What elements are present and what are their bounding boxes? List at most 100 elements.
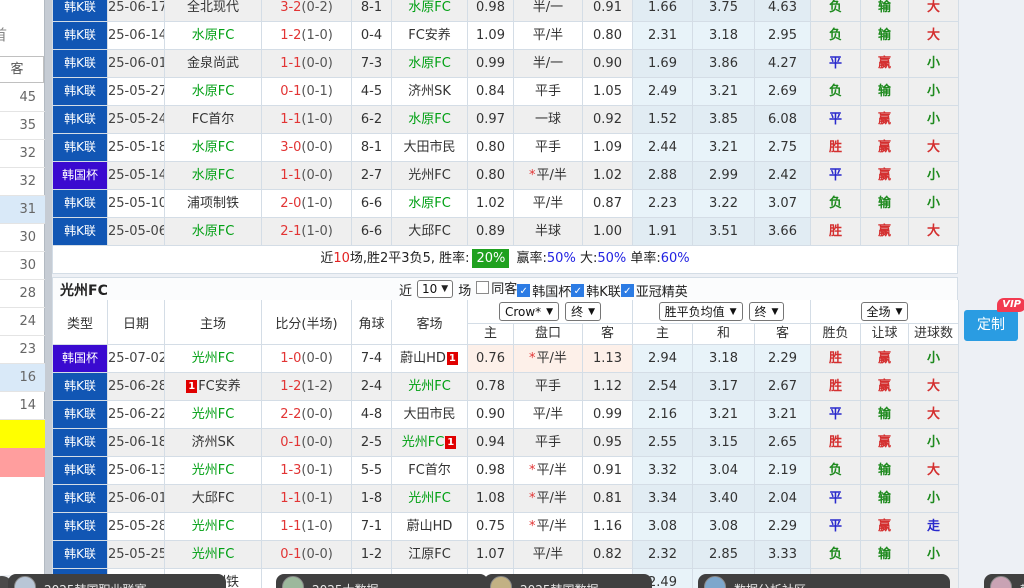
away-odds-cell: 1.13 <box>583 345 633 373</box>
away-odds-cell: 0.99 <box>583 401 633 429</box>
away-team-cell: 水原FC <box>392 190 468 218</box>
result-goals-cell: 大 <box>909 218 959 246</box>
unchecked-checkbox-icon <box>476 281 489 294</box>
summary-segment: 近 <box>320 251 333 266</box>
match-date: 25-07-02 <box>108 345 165 373</box>
taskbar-tab-preview[interactable]: 2025韩国职业联赛 <box>8 574 226 588</box>
halftime-score: (1-2) <box>301 379 332 394</box>
header-dropdown-group: Crow*▼ 终▼ <box>468 300 633 324</box>
league-type-cell: 韩K联 <box>53 190 108 218</box>
checked-checkbox-icon: ✓ <box>571 284 584 297</box>
avg-home-cell: 2.32 <box>633 541 693 569</box>
filter-checkbox[interactable]: 同客 <box>476 278 517 297</box>
away-odds-cell: 1.09 <box>583 134 633 162</box>
recent-count-select[interactable]: 10▼ <box>417 280 453 298</box>
filter-checkbox[interactable]: ✓亚冠精英 <box>621 281 688 300</box>
away-column-tab[interactable]: 客 <box>0 56 44 83</box>
handicap-value: 平/半 <box>533 28 563 43</box>
result-goals-cell: 小 <box>909 50 959 78</box>
standings-value: 32 <box>0 168 45 196</box>
league-type-cell: 韩K联 <box>53 22 108 50</box>
standings-value: 30 <box>0 252 45 280</box>
home-odds-cell: 0.84 <box>468 78 514 106</box>
avg-draw-cell: 3.21 <box>693 401 755 429</box>
handicap-cell: 平手 <box>514 134 583 162</box>
avg-away-cell: 3.07 <box>755 190 811 218</box>
fulltime-score: 0-1 <box>280 435 301 450</box>
away-team-cell: 水原FC <box>392 0 468 22</box>
score-cell: 0-1(0-1) <box>262 78 352 106</box>
result-wdl-cell: 负 <box>811 22 861 50</box>
table2-rows: 韩国杯25-07-02光州FC1-0(0-0)7-4蔚山HD10.76*平/半1… <box>52 345 958 588</box>
standings-value: 14 <box>0 392 45 420</box>
halftime-score: (1-0) <box>301 112 332 127</box>
filter-checkbox[interactable]: ✓韩国杯 <box>517 281 571 300</box>
fulltime-score: 1-3 <box>280 463 301 478</box>
avg-home-cell: 2.94 <box>633 345 693 373</box>
standings-value: 35 <box>0 112 45 140</box>
handicap-cell: *平/半 <box>514 162 583 190</box>
halftime-score: (0-2) <box>301 0 332 15</box>
fulltime-score: 1-1 <box>280 168 301 183</box>
summary-segment: 50% <box>547 251 576 266</box>
header-dropdown-select[interactable]: 胜平负均值▼ <box>659 302 743 321</box>
standings-value: 32 <box>0 140 45 168</box>
header-dropdown-select[interactable]: Crow*▼ <box>499 302 559 321</box>
handicap-cell: 平/半 <box>514 401 583 429</box>
match-date: 25-06-18 <box>108 429 165 457</box>
team-name: 水原FC <box>192 224 235 239</box>
score-cell: 1-1(0-1) <box>262 485 352 513</box>
corner-cell: 2-4 <box>352 373 392 401</box>
avg-home-cell: 1.69 <box>633 50 693 78</box>
taskbar-tab-preview[interactable]: 2025韩国数据 <box>484 574 652 588</box>
handicap-value: 平手 <box>535 435 561 450</box>
changed-odds-star: * <box>529 491 536 506</box>
score-cell: 2-1(1-0) <box>262 218 352 246</box>
handicap-value: 平手 <box>535 140 561 155</box>
score-cell: 1-2(1-0) <box>262 22 352 50</box>
result-wdl-cell: 负 <box>811 457 861 485</box>
away-team-cell: 蔚山HD1 <box>392 345 468 373</box>
table2-header-bar: 光州FC 近 10▼ 场 同客✓韩国杯✓韩K联✓亚冠精英 <box>52 277 958 300</box>
corner-cell: 7-3 <box>352 50 392 78</box>
halftime-score: (0-0) <box>301 351 332 366</box>
match-row: 韩K联25-05-25光州FC0-1(0-0)1-2江原FC1.07平/半0.8… <box>52 541 958 569</box>
result-goals-cell: 小 <box>909 541 959 569</box>
handicap-value: 平/半 <box>533 196 563 211</box>
handicap-cell: 平/半 <box>514 190 583 218</box>
team-name: 光州FC <box>192 519 235 534</box>
filter-checkbox-label: 同客 <box>491 278 517 297</box>
header-dropdown-select[interactable]: 终▼ <box>749 302 785 321</box>
result-wdl-cell: 平 <box>811 106 861 134</box>
taskbar-tab-preview[interactable]: 数据分析社区 <box>698 574 950 588</box>
column-header: 日期 <box>108 300 165 345</box>
league-type-cell: 韩K联 <box>53 50 108 78</box>
handicap-value: 平手 <box>535 379 561 394</box>
taskbar-tab-preview[interactable]: 韩国联赛回顾 <box>984 574 1024 588</box>
avg-draw-cell: 3.21 <box>693 78 755 106</box>
away-team-cell: 光州FC <box>392 162 468 190</box>
away-odds-cell: 1.00 <box>583 218 633 246</box>
score-cell: 1-0(0-0) <box>262 345 352 373</box>
match-date: 25-06-01 <box>108 50 165 78</box>
fulltime-score: 3-2 <box>280 0 301 15</box>
result-handicap-cell: 输 <box>861 457 909 485</box>
header-dropdown-select[interactable]: 终▼ <box>565 302 601 321</box>
table2-filters: 近 10▼ 场 同客✓韩国杯✓韩K联✓亚冠精英 <box>399 279 688 299</box>
result-wdl-cell: 胜 <box>811 218 861 246</box>
team-name: 济州SK <box>408 84 451 99</box>
standings-value: 30 <box>0 224 45 252</box>
customize-button[interactable]: 定制 VIP <box>964 310 1018 341</box>
taskbar-tab-preview[interactable]: 2025大数据 <box>276 574 488 588</box>
home-team-cell: 光州FC <box>165 513 262 541</box>
taskbar-favicon <box>14 576 36 588</box>
filter-checkbox[interactable]: ✓韩K联 <box>571 281 621 300</box>
avg-away-cell: 3.21 <box>755 401 811 429</box>
match-date: 25-06-28 <box>108 373 165 401</box>
score-cell: 1-2(1-2) <box>262 373 352 401</box>
avg-home-cell: 2.55 <box>633 429 693 457</box>
avg-away-cell: 2.42 <box>755 162 811 190</box>
fulltime-score: 1-2 <box>280 28 301 43</box>
header-dropdown-select[interactable]: 全场▼ <box>861 302 909 321</box>
halftime-score: (1-0) <box>301 196 332 211</box>
